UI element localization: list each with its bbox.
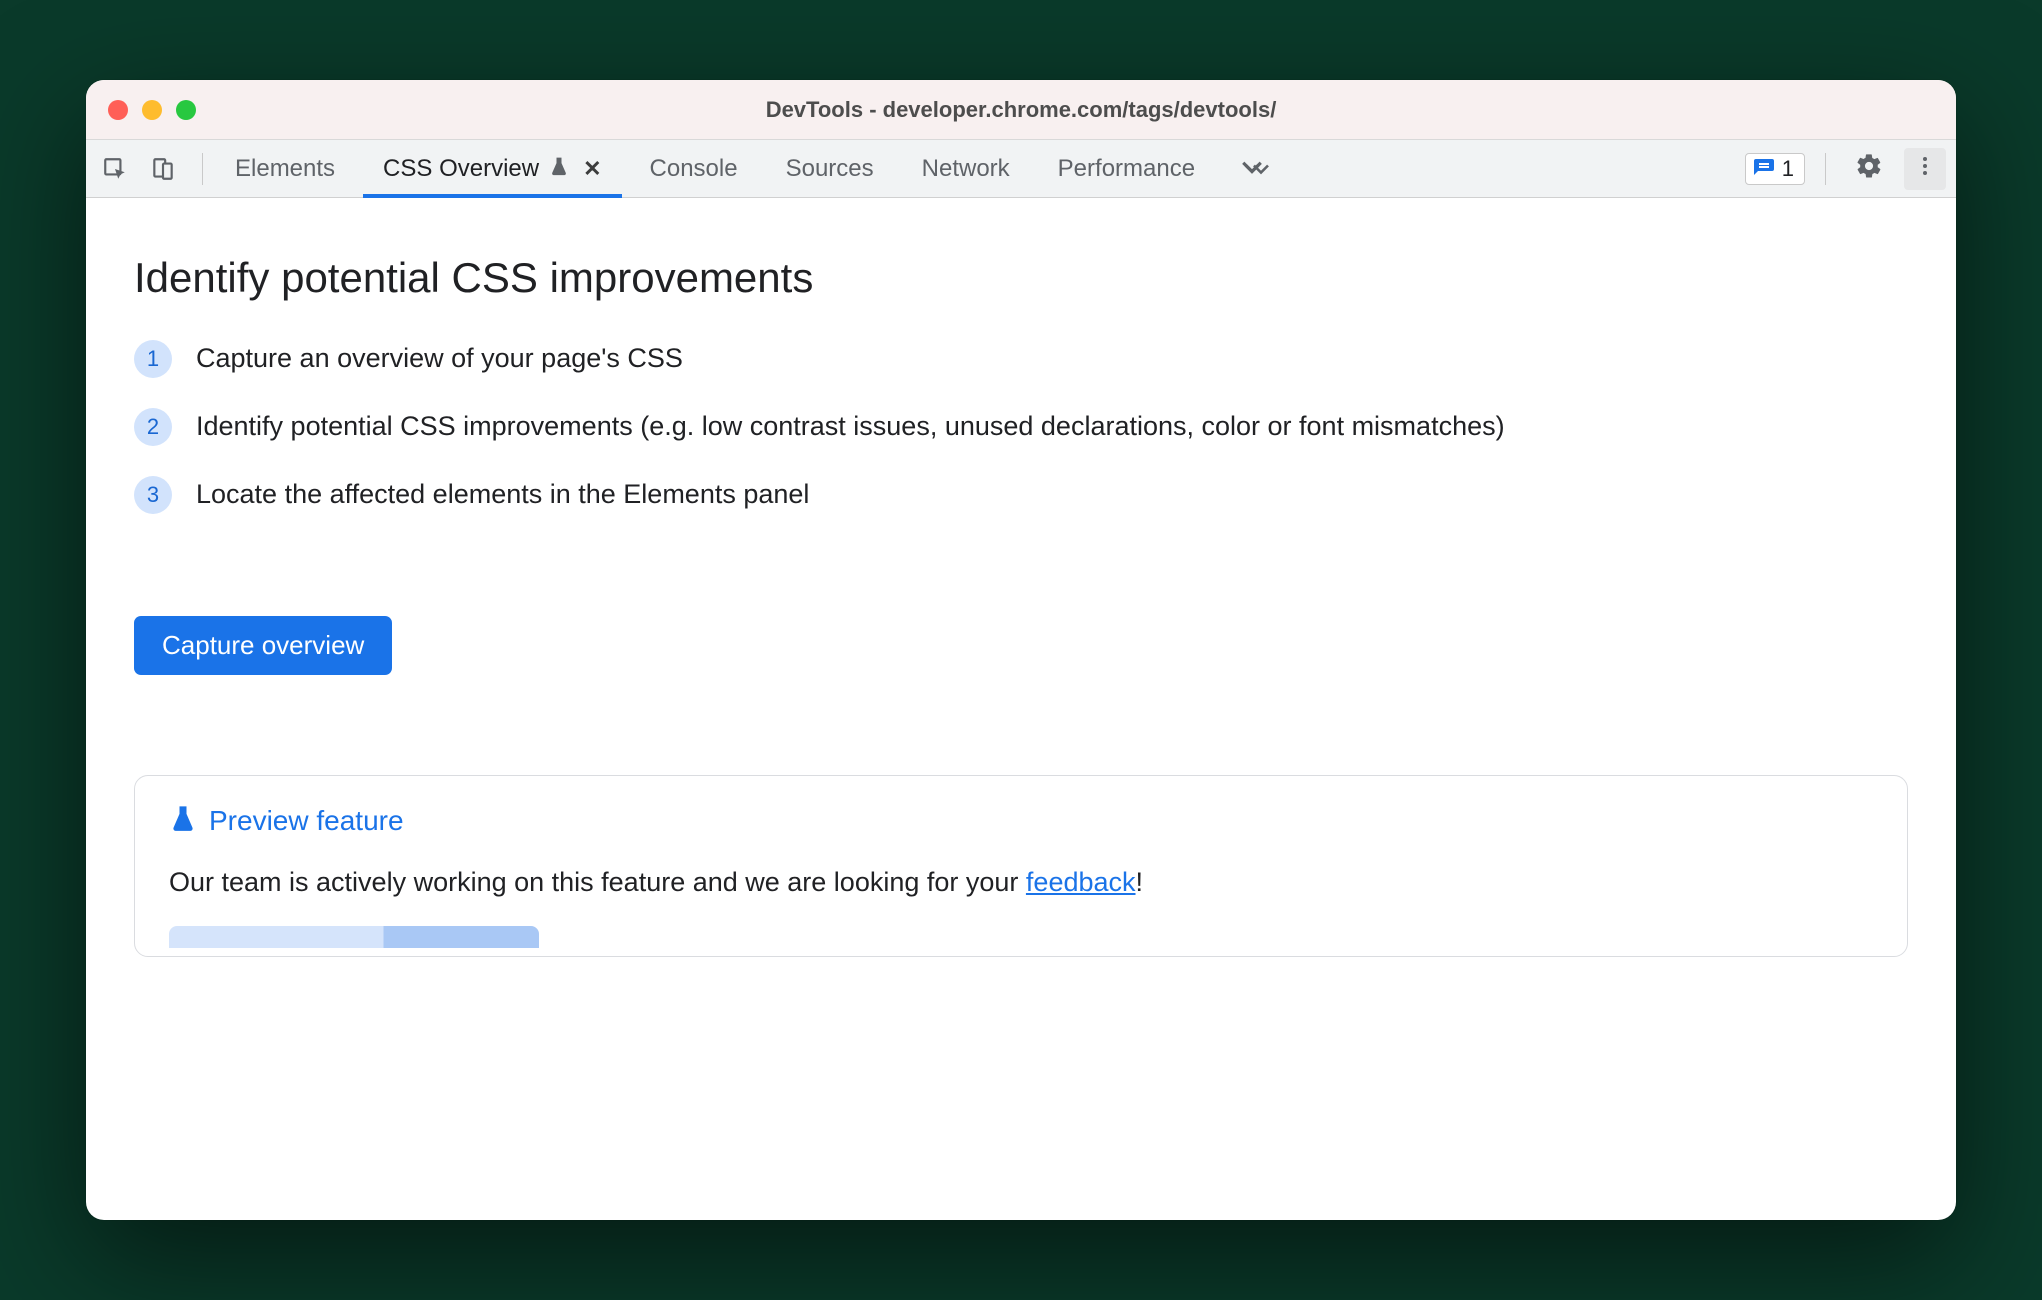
preview-body: Our team is actively working on this fea… (169, 867, 1873, 898)
traffic-lights (108, 100, 196, 120)
kebab-icon (1913, 154, 1937, 183)
more-tabs-button[interactable] (1219, 140, 1293, 197)
window-minimize-button[interactable] (142, 100, 162, 120)
tab-label: Network (922, 155, 1010, 183)
tab-label: Elements (235, 155, 335, 183)
gear-icon (1855, 152, 1883, 185)
devtools-window: DevTools - developer.chrome.com/tags/dev… (86, 80, 1956, 1220)
step-number: 1 (134, 340, 172, 378)
preview-header-text: Preview feature (209, 805, 404, 837)
toolbar-right: 1 (1745, 140, 1956, 197)
step-text: Locate the affected elements in the Elem… (196, 474, 809, 516)
close-icon[interactable]: ✕ (583, 156, 601, 182)
tab-css-overview[interactable]: CSS Overview ✕ (359, 140, 625, 197)
preview-body-prefix: Our team is actively working on this fea… (169, 867, 1026, 897)
step-number: 3 (134, 476, 172, 514)
toolbar: Elements CSS Overview ✕ Console Sources … (86, 140, 1956, 198)
tab-label: Sources (786, 155, 874, 183)
tabs: Elements CSS Overview ✕ Console Sources … (211, 140, 1293, 197)
titlebar: DevTools - developer.chrome.com/tags/dev… (86, 80, 1956, 140)
settings-button[interactable] (1848, 148, 1890, 190)
window-title: DevTools - developer.chrome.com/tags/dev… (86, 97, 1956, 123)
device-toggle-icon[interactable] (148, 154, 178, 184)
issues-count: 1 (1782, 156, 1794, 182)
tab-elements[interactable]: Elements (211, 140, 359, 197)
content: Identify potential CSS improvements 1 Ca… (86, 198, 1956, 1220)
step-text: Identify potential CSS improvements (e.g… (196, 406, 1505, 448)
more-button[interactable] (1904, 148, 1946, 190)
step-item: 3 Locate the affected elements in the El… (134, 474, 1908, 516)
issues-badge[interactable]: 1 (1745, 153, 1805, 185)
quick-survey-strip[interactable] (169, 926, 539, 948)
tab-console[interactable]: Console (626, 140, 762, 197)
preview-feature-card: Preview feature Our team is actively wor… (134, 775, 1908, 957)
page-title: Identify potential CSS improvements (134, 254, 1908, 302)
inspect-icon[interactable] (100, 154, 130, 184)
tab-network[interactable]: Network (898, 140, 1034, 197)
toolbar-left (86, 140, 211, 197)
capture-overview-button[interactable]: Capture overview (134, 616, 392, 675)
tab-label: Performance (1058, 155, 1195, 183)
tab-label: CSS Overview (383, 155, 539, 183)
tab-sources[interactable]: Sources (762, 140, 898, 197)
step-text: Capture an overview of your page's CSS (196, 338, 683, 380)
preview-body-suffix: ! (1136, 867, 1144, 897)
tab-label: Console (650, 155, 738, 183)
step-item: 1 Capture an overview of your page's CSS (134, 338, 1908, 380)
feedback-link[interactable]: feedback (1026, 867, 1136, 897)
window-close-button[interactable] (108, 100, 128, 120)
separator (1825, 153, 1826, 185)
window-maximize-button[interactable] (176, 100, 196, 120)
step-number: 2 (134, 408, 172, 446)
tab-performance[interactable]: Performance (1034, 140, 1219, 197)
separator (202, 153, 203, 185)
step-item: 2 Identify potential CSS improvements (e… (134, 406, 1908, 448)
preview-header: Preview feature (169, 804, 1873, 839)
flask-icon (169, 804, 197, 839)
steps-list: 1 Capture an overview of your page's CSS… (134, 338, 1908, 516)
flask-icon (549, 155, 569, 183)
